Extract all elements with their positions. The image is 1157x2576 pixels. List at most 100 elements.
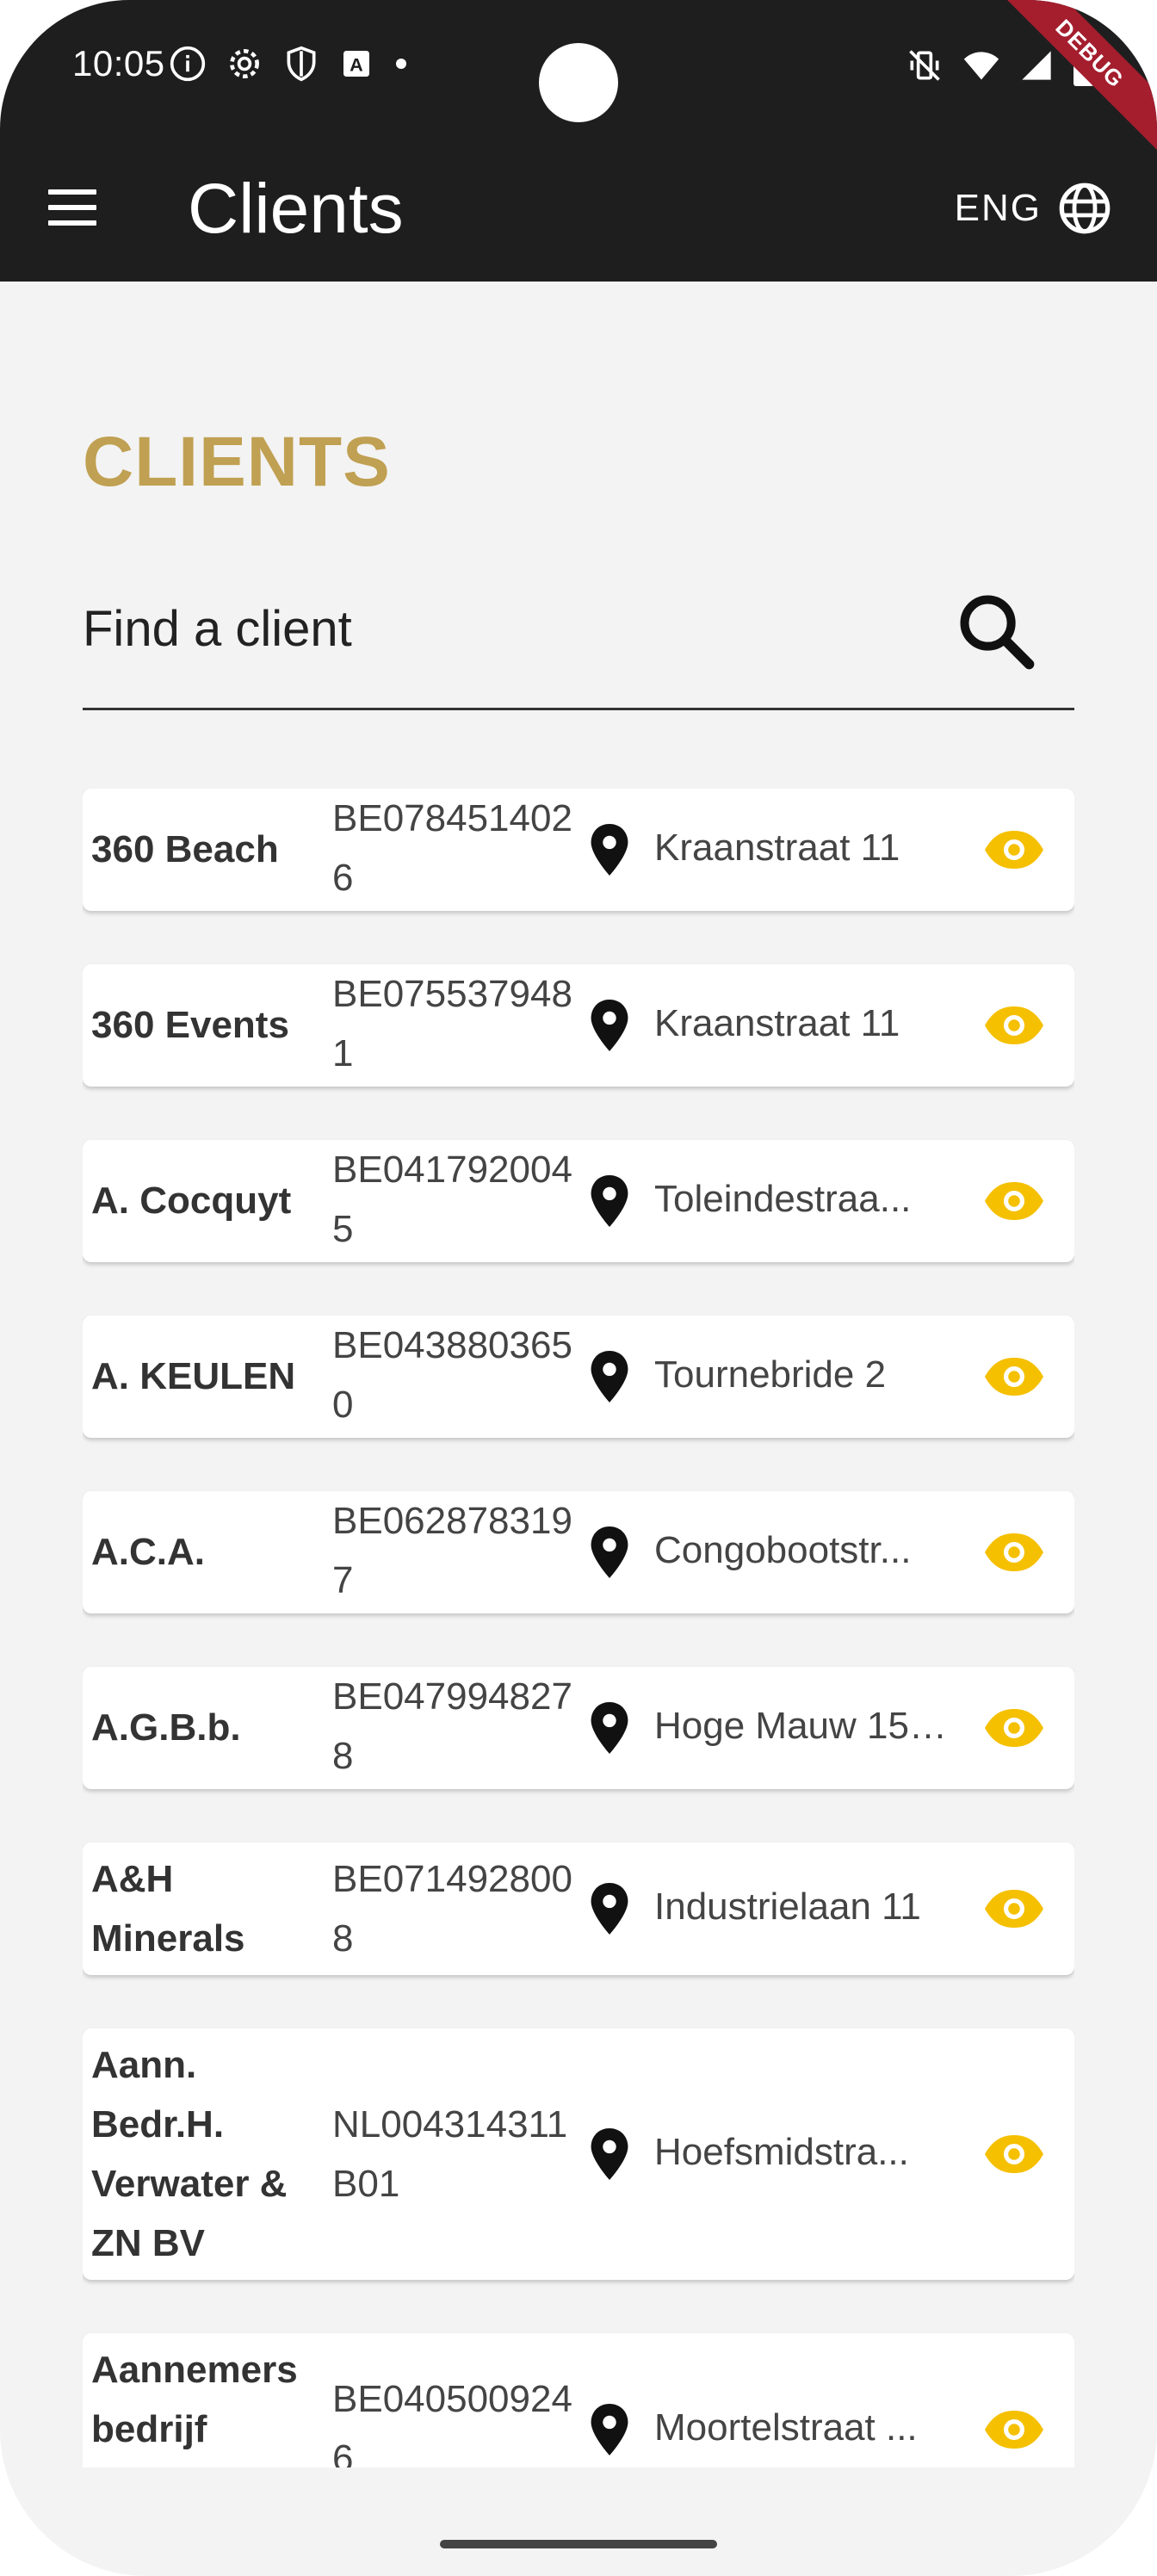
eye-icon [985, 831, 1043, 869]
wifi-icon [963, 52, 999, 80]
client-card[interactable]: A. Cocquyt BE0417920045 Toleindestraa... [83, 1140, 1074, 1262]
location-pin [587, 2128, 632, 2184]
view-client-button[interactable] [983, 1356, 1045, 1402]
client-name: A. KEULEN [91, 1355, 296, 1397]
client-vat-number: NL004314311B01 [332, 2103, 568, 2205]
view-client-button[interactable] [983, 1707, 1045, 1753]
location-pin-icon [591, 1526, 628, 1578]
eye-icon [985, 1533, 1043, 1571]
location-pin [587, 1351, 632, 1407]
client-card[interactable]: Aann. Bedr.H. Verwater & ZN BV NL00431431… [83, 2028, 1074, 2280]
client-vat-number: BE0405009246 [332, 2378, 572, 2468]
client-vat-number: BE0784514026 [332, 797, 572, 899]
client-name: 360 Events [91, 1004, 289, 1046]
location-pin [587, 1702, 632, 1758]
language-selector[interactable]: ENG [955, 181, 1112, 236]
info-icon [170, 46, 206, 82]
view-client-button[interactable] [983, 1532, 1045, 1577]
menu-button[interactable] [48, 189, 96, 226]
client-vat-number: BE0714928008 [332, 1858, 572, 1960]
client-vat-number: BE0628783197 [332, 1500, 572, 1601]
view-client-button[interactable] [983, 1005, 1045, 1050]
client-name: A.G.B.b. [91, 1706, 241, 1749]
client-address: Kraanstraat 11 [654, 1002, 900, 1044]
app-bar: 10:05 A DEBUG Clients ENG [0, 0, 1157, 282]
location-pin [587, 824, 632, 880]
location-pin-icon [591, 824, 628, 876]
client-card[interactable]: A.G.B.b. BE0479948278 Hoge Mauw 1510 [83, 1667, 1074, 1789]
client-address: Hoge Mauw 1510 [654, 1705, 947, 1747]
search-bar [83, 577, 1074, 710]
view-client-button[interactable] [983, 1888, 1045, 1934]
client-name: Aann. Bedr.H. Verwater & ZN BV [91, 2044, 288, 2264]
client-address: Toleindestraa... [654, 1178, 912, 1220]
client-name: A. Cocquyt [91, 1180, 292, 1222]
signal-icon [1022, 51, 1051, 80]
client-card[interactable]: A&H Minerals BE0714928008 Industrielaan 11 [83, 1842, 1074, 1975]
location-pin [587, 2404, 632, 2460]
dot-icon [396, 59, 406, 69]
client-name: Aannemers bedrijf [91, 2349, 298, 2450]
client-card[interactable]: A. KEULEN BE0438803650 Tournebride 2 [83, 1316, 1074, 1438]
location-pin-icon [591, 1175, 628, 1227]
eye-icon [985, 2411, 1043, 2449]
location-pin [587, 1526, 632, 1582]
eye-icon [985, 1709, 1043, 1747]
eye-icon [985, 1358, 1043, 1396]
client-address: Congobootstr... [654, 1529, 912, 1571]
client-name: 360 Beach [91, 828, 279, 870]
home-indicator[interactable] [440, 2540, 717, 2548]
eye-icon [985, 1006, 1043, 1044]
client-name: A&H Minerals [91, 1858, 245, 1960]
status-time: 10:05 [72, 43, 165, 84]
client-card[interactable]: Aannemers bedrijf BE0405009246 Moortelstra… [83, 2333, 1074, 2468]
page-title: CLIENTS [83, 423, 391, 501]
shield-icon [287, 46, 316, 82]
search-input[interactable] [83, 585, 944, 672]
search-icon[interactable] [954, 589, 1040, 675]
app-bar-title: Clients [188, 170, 404, 248]
location-pin-icon [591, 2404, 628, 2455]
client-address: Tournebride 2 [654, 1353, 887, 1396]
menu-icon-line [48, 205, 96, 210]
view-client-button[interactable] [983, 2409, 1045, 2455]
client-address: Moortelstraat ... [654, 2406, 918, 2449]
client-address: Industrielaan 11 [654, 1886, 921, 1928]
phone-screen: 10:05 A DEBUG Clients ENG CLIENTS Find a… [0, 0, 1157, 2576]
client-name: A.C.A. [91, 1531, 205, 1573]
globe-icon [1059, 183, 1111, 234]
location-pin [587, 1000, 632, 1056]
app-badge-icon: A [343, 51, 369, 77]
location-pin-icon [591, 1702, 628, 1754]
location-pin [587, 1883, 632, 1939]
menu-icon-line [48, 220, 96, 226]
location-pin-icon [591, 2128, 628, 2180]
view-client-button[interactable] [983, 1180, 1045, 1226]
eye-icon [985, 1890, 1043, 1928]
client-vat-number: BE0755379481 [332, 973, 572, 1074]
client-card[interactable]: 360 Events BE0755379481 Kraanstraat 11 [83, 964, 1074, 1087]
client-address: Kraanstraat 11 [654, 827, 900, 869]
svg-text:A: A [350, 53, 363, 75]
client-vat-number: BE0438803650 [332, 1324, 572, 1426]
client-address: Hoefsmidstra... [654, 2131, 909, 2173]
location-pin-icon [591, 1000, 628, 1051]
camera-cutout [539, 43, 618, 122]
location-pin-icon [591, 1351, 628, 1403]
client-vat-number: BE0417920045 [332, 1149, 572, 1250]
location-pin-icon [591, 1883, 628, 1935]
vibrate-off-icon [909, 50, 940, 81]
location-pin [587, 1175, 632, 1231]
view-client-button[interactable] [983, 2133, 1045, 2179]
eye-icon [985, 2135, 1043, 2173]
view-client-button[interactable] [983, 829, 1045, 875]
client-card[interactable]: A.C.A. BE0628783197 Congobootstr... [83, 1491, 1074, 1613]
eye-icon [985, 1182, 1043, 1220]
status-icons-left: A [169, 45, 410, 83]
language-label: ENG [954, 187, 1042, 229]
client-card[interactable]: 360 Beach BE0784514026 Kraanstraat 11 [83, 789, 1074, 911]
client-list: 360 Beach BE0784514026 Kraanstraat 11 360 E… [83, 789, 1074, 2468]
menu-icon-line [48, 189, 96, 195]
client-vat-number: BE0479948278 [332, 1675, 572, 1777]
settings-icon [230, 49, 259, 78]
